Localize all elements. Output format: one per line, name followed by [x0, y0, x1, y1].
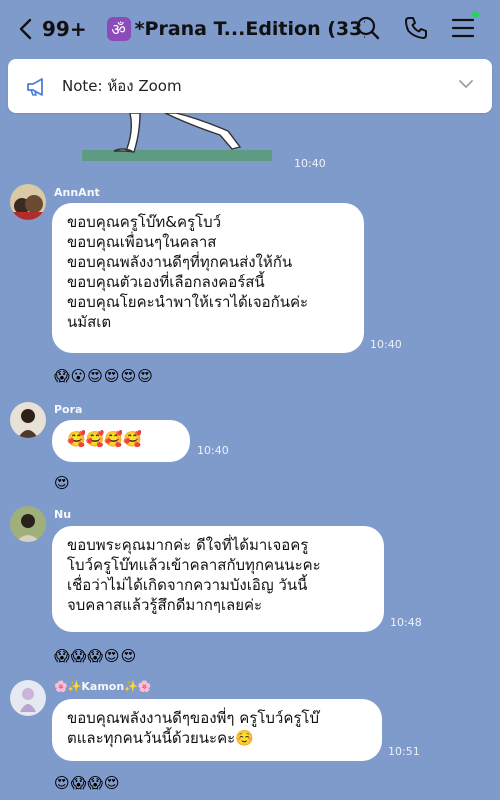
message-bubble[interactable]: 🥰🥰🥰🥰 — [52, 420, 190, 462]
sender-name: AnnAnt — [54, 186, 100, 199]
message-bubble[interactable]: ขอบคุณพลังงานดีๆของพี่ๆ ครูโบว์ครูโบ๊ ตแ… — [52, 699, 382, 761]
avatar[interactable] — [10, 402, 46, 438]
timestamp: 10:40 — [370, 338, 402, 351]
reaction-emoji: 😱 — [54, 367, 70, 385]
reaction-row[interactable]: 😱 😱 😱 😍 😍 — [54, 646, 136, 666]
image-message[interactable] — [70, 113, 290, 173]
avatar[interactable] — [10, 680, 46, 716]
phone-icon[interactable] — [403, 15, 429, 41]
message-bubble[interactable]: ขอบคุณครูโบ๊ท&ครูโบว์ ขอบคุณเพื่อนๆในคลา… — [52, 203, 364, 353]
online-status-dot — [472, 11, 479, 18]
unread-count: 99+ — [42, 17, 87, 41]
reaction-emoji: 😱 — [87, 647, 103, 665]
sender-name: Pora — [54, 403, 83, 416]
group-title[interactable]: *Prana T...Edition (33) — [135, 18, 365, 40]
menu-icon[interactable] — [450, 15, 476, 41]
reaction-emoji: 😍 — [137, 367, 153, 385]
chevron-left-icon — [19, 18, 32, 40]
reaction-row[interactable]: 😍 😱 😱 😍 — [54, 773, 120, 793]
reaction-row[interactable]: 😍 — [54, 473, 70, 493]
reaction-emoji: 😱 — [54, 647, 70, 665]
reaction-emoji: 😱 — [87, 774, 103, 792]
yoga-illustration — [82, 113, 272, 161]
timestamp: 10:40 — [197, 444, 229, 457]
reaction-emoji: 😍 — [103, 774, 120, 792]
note-text: Note: ห้อง Zoom — [62, 77, 182, 95]
reaction-emoji: 😍 — [103, 367, 120, 385]
reaction-row[interactable]: 😱 😮 😍 😍 😍 😍 — [54, 366, 153, 386]
om-icon: ॐ — [106, 17, 131, 41]
reaction-emoji: 😱 — [70, 774, 87, 792]
reaction-emoji: 😍 — [87, 367, 103, 385]
sender-name: Nu — [54, 508, 72, 521]
back-button[interactable]: 99+ — [18, 17, 87, 41]
message-bubble[interactable]: ขอบพระคุณมากค่ะ ดีใจที่ได้มาเจอครู โบว์ค… — [52, 526, 384, 632]
reaction-emoji: 😱 — [70, 647, 87, 665]
timestamp: 10:48 — [390, 616, 422, 629]
reaction-emoji: 😍 — [120, 647, 137, 665]
avatar[interactable] — [10, 506, 46, 542]
reaction-emoji: 😍 — [54, 774, 70, 792]
sender-name: 🌸✨Kamon✨🌸 — [54, 680, 152, 693]
search-icon[interactable] — [355, 15, 381, 41]
reaction-emoji: 😍 — [103, 647, 120, 665]
chevron-down-icon[interactable] — [458, 79, 474, 89]
megaphone-icon — [27, 78, 43, 96]
pinned-note-bar[interactable]: Note: ห้อง Zoom — [8, 59, 492, 113]
timestamp: 10:51 — [388, 745, 420, 758]
reaction-emoji: 😮 — [70, 367, 87, 385]
reaction-emoji: 😍 — [54, 474, 70, 492]
reaction-emoji: 😍 — [120, 367, 137, 385]
avatar[interactable] — [10, 184, 46, 220]
timestamp: 10:40 — [294, 157, 326, 170]
